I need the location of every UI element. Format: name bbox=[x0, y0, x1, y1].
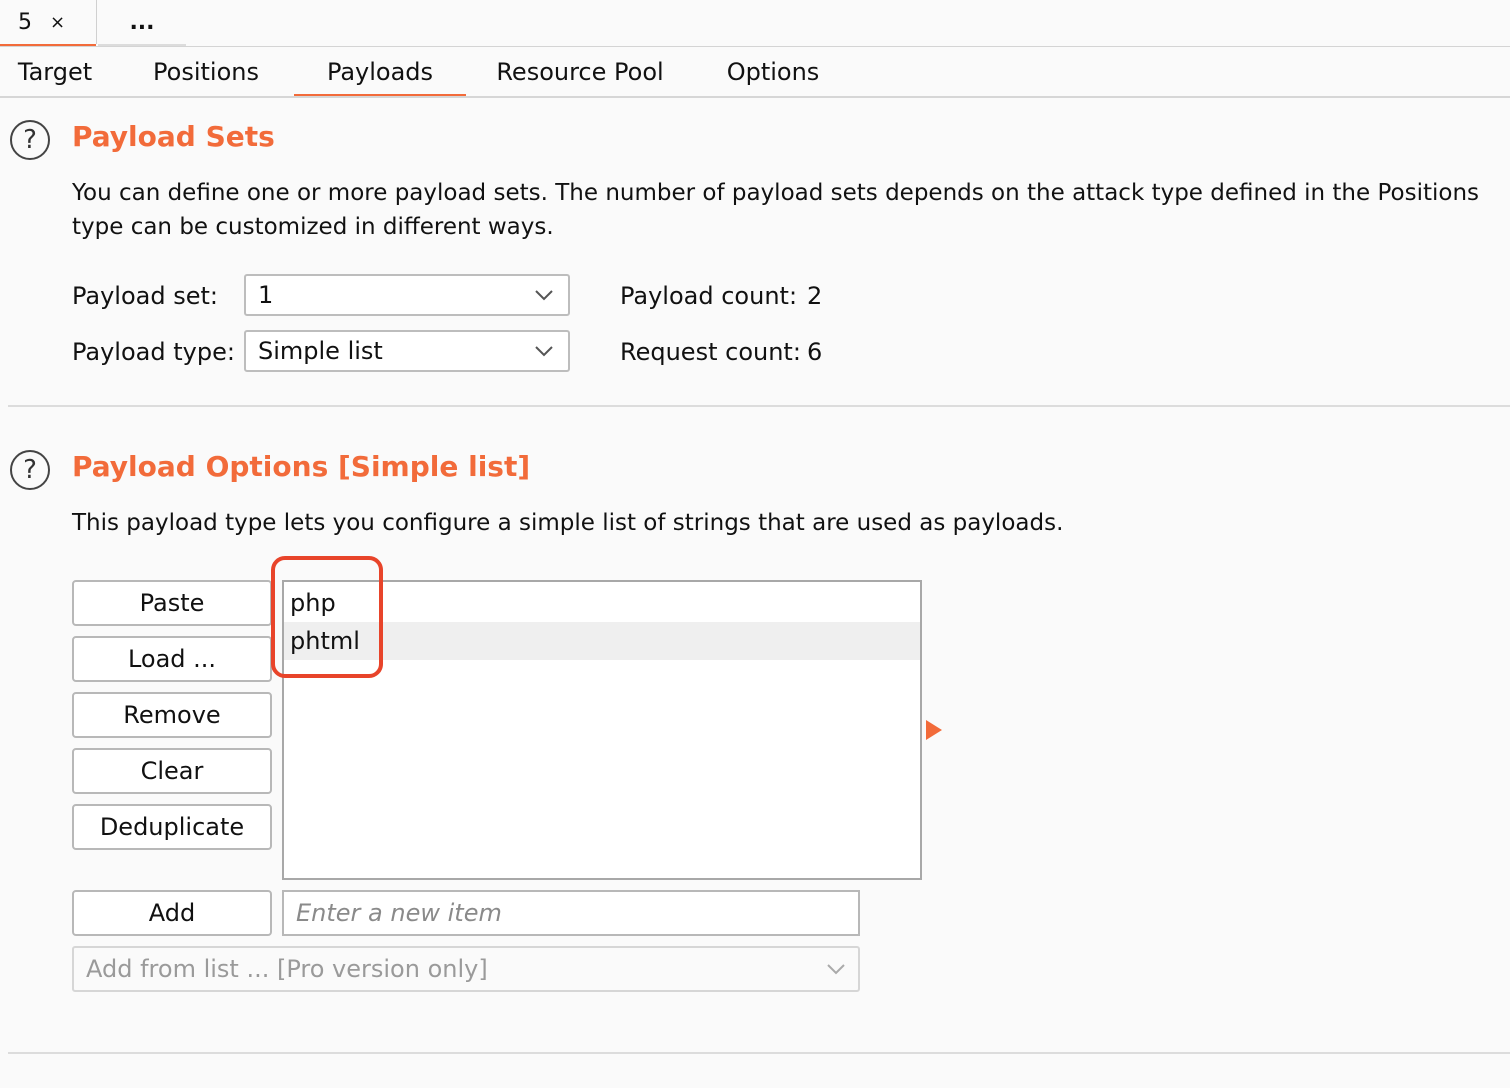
add-from-list-select: Add from list ... [Pro version only] bbox=[72, 946, 860, 992]
tabs-divider bbox=[0, 96, 1510, 98]
highlight-annotation bbox=[271, 556, 383, 678]
payload-options-title: Payload Options [Simple list] bbox=[72, 450, 531, 483]
payload-set-label: Payload set: bbox=[72, 282, 218, 310]
new-item-input[interactable] bbox=[282, 890, 860, 936]
tab-resource-pool[interactable]: Resource Pool bbox=[478, 50, 682, 94]
close-icon[interactable]: × bbox=[50, 12, 65, 33]
tab-divider bbox=[96, 0, 97, 44]
arrow-right-icon[interactable] bbox=[926, 720, 942, 740]
payload-type-value: Simple list bbox=[258, 337, 383, 365]
tab-payloads[interactable]: Payloads bbox=[294, 50, 466, 98]
payload-set-select[interactable]: 1 bbox=[244, 274, 570, 316]
payload-sets-description-line1: You can define one or more payload sets.… bbox=[72, 180, 1480, 206]
add-button[interactable]: Add bbox=[72, 890, 272, 936]
session-tab-label: 5 bbox=[18, 9, 32, 35]
chevron-down-icon bbox=[535, 290, 553, 301]
request-count-value: 6 bbox=[807, 338, 823, 366]
section-divider bbox=[8, 1052, 1510, 1054]
request-count-label: Request count: bbox=[620, 338, 801, 366]
clear-button[interactable]: Clear bbox=[72, 748, 272, 794]
tab-options[interactable]: Options bbox=[700, 50, 846, 94]
session-tab-5[interactable]: 5 × bbox=[0, 0, 96, 47]
payload-options-description: This payload type lets you configure a s… bbox=[72, 510, 1064, 536]
tab-target[interactable]: Target bbox=[0, 50, 110, 94]
payload-sets-description-line2: type can be customized in different ways… bbox=[72, 214, 554, 240]
payload-count-label: Payload count: bbox=[620, 282, 798, 310]
tab-positions[interactable]: Positions bbox=[120, 50, 292, 94]
payload-count-value: 2 bbox=[807, 282, 823, 310]
payload-type-select[interactable]: Simple list bbox=[244, 330, 570, 372]
help-icon[interactable]: ? bbox=[10, 450, 50, 490]
payload-set-value: 1 bbox=[258, 281, 274, 309]
load-button[interactable]: Load ... bbox=[72, 636, 272, 682]
session-tabs-divider bbox=[0, 46, 1510, 47]
remove-button[interactable]: Remove bbox=[72, 692, 272, 738]
add-from-list-label: Add from list ... [Pro version only] bbox=[86, 955, 488, 983]
section-divider bbox=[8, 405, 1510, 407]
chevron-down-icon bbox=[827, 964, 845, 975]
payload-type-label: Payload type: bbox=[72, 338, 235, 366]
help-icon[interactable]: ? bbox=[10, 120, 50, 160]
session-tabs: 5 × ... bbox=[0, 0, 1510, 47]
session-tab-more[interactable]: ... bbox=[98, 0, 186, 47]
deduplicate-button[interactable]: Deduplicate bbox=[72, 804, 272, 850]
payload-sets-title: Payload Sets bbox=[72, 120, 275, 153]
paste-button[interactable]: Paste bbox=[72, 580, 272, 626]
chevron-down-icon bbox=[535, 346, 553, 357]
